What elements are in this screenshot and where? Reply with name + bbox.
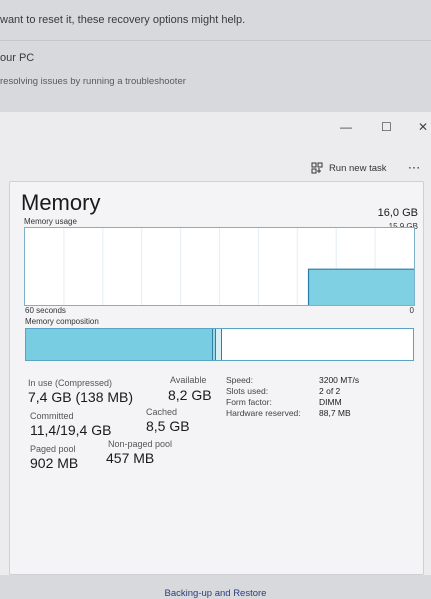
memory-total: 16,0 GB: [377, 207, 418, 219]
cached-label: Cached: [146, 407, 178, 417]
task-manager-window: — ☐ ✕ Run new task ··· Memory 16,0 GB Me…: [0, 112, 431, 599]
cached-value: 8,5 GB: [146, 418, 190, 434]
in-use-label: In use (Compressed): [28, 378, 113, 388]
non-paged-pool-value: 457 MB: [106, 450, 155, 466]
in-use-value: 7,4 GB (138 MB): [28, 389, 134, 405]
available-value: 8,2 GB: [168, 387, 212, 403]
speed-label: Speed:: [226, 375, 253, 385]
memory-usage-chart: [63, 228, 414, 305]
non-paged-pool-label: Non-paged pool: [108, 439, 173, 449]
form-factor-value: DIMM: [319, 397, 342, 407]
backup-restore-link[interactable]: Backing-up and Restore: [0, 588, 431, 599]
time-axis-min: 0: [409, 306, 414, 315]
memory-usage-label: Memory usage: [24, 217, 77, 226]
bg-divider: [0, 40, 431, 41]
minimize-button[interactable]: —: [340, 120, 352, 134]
usage-area: [308, 269, 414, 305]
available-label: Available: [170, 375, 207, 385]
committed-label: Committed: [30, 411, 74, 421]
memory-composition-label: Memory composition: [25, 317, 99, 326]
run-task-icon: [311, 162, 323, 174]
background-settings-text-2: resolving issues by running a troublesho…: [0, 76, 186, 87]
more-options-button[interactable]: ···: [409, 163, 422, 174]
hardware-reserved-label: Hardware reserved:: [226, 408, 301, 418]
memory-composition-bar: [25, 328, 414, 361]
background-settings-heading[interactable]: our PC: [0, 52, 34, 64]
maximize-button[interactable]: ☐: [381, 120, 392, 134]
composition-free: [222, 329, 413, 360]
paged-pool-value: 902 MB: [30, 455, 79, 471]
run-new-task-label: Run new task: [328, 162, 387, 174]
close-button[interactable]: ✕: [418, 120, 428, 134]
time-axis-label: 60 seconds: [25, 306, 66, 315]
form-factor-label: Form factor:: [226, 397, 272, 407]
slots-value: 2 of 2: [319, 386, 341, 396]
background-settings-text-1: want to reset it, these recovery options…: [0, 14, 246, 26]
run-new-task-button[interactable]: Run new task: [311, 162, 387, 174]
committed-value: 11,4/19,4 GB: [30, 422, 112, 438]
paged-pool-label: Paged pool: [30, 444, 76, 454]
slots-label: Slots used:: [226, 386, 269, 396]
memory-title: Memory: [21, 190, 101, 215]
composition-in-use: [26, 329, 213, 360]
hardware-reserved-value: 88,7 MB: [319, 408, 351, 418]
memory-usage-graph: [24, 227, 415, 306]
command-bar: Run new task ···: [311, 162, 421, 174]
speed-value: 3200 MT/s: [319, 375, 360, 385]
memory-panel: Memory 16,0 GB Memory usage 15,9 GB 60 s…: [9, 181, 424, 575]
